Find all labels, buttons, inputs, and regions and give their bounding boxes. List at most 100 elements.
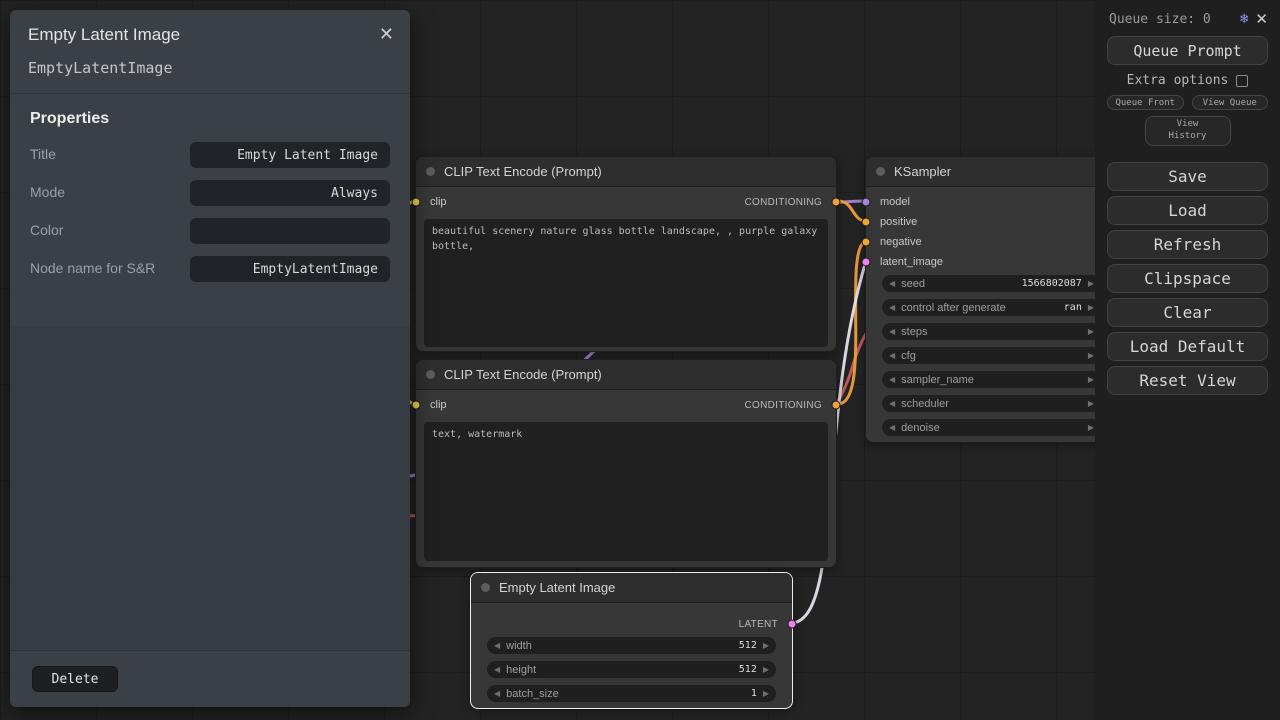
title-field-label: Title — [30, 145, 180, 165]
node-title: CLIP Text Encode (Prompt) — [444, 367, 602, 382]
widget-value: 1566802087 — [1022, 278, 1082, 289]
widget-label: batch_size — [506, 688, 559, 700]
node-status-dot — [426, 370, 435, 379]
reset-view-button[interactable]: Reset View — [1107, 366, 1268, 395]
increment-arrow-icon[interactable]: ▶ — [763, 689, 769, 698]
widget-value: 512 — [739, 664, 757, 675]
increment-arrow-icon[interactable]: ▶ — [1088, 303, 1094, 312]
increment-arrow-icon[interactable]: ▶ — [1088, 327, 1094, 336]
decrement-arrow-icon[interactable]: ◀ — [494, 665, 500, 674]
increment-arrow-icon[interactable]: ▶ — [1088, 399, 1094, 408]
node-name-field-label: Node name for S&R — [30, 259, 180, 279]
negative-prompt-textarea[interactable]: text, watermark — [424, 422, 828, 561]
node-header[interactable]: CLIP Text Encode (Prompt) — [416, 157, 836, 187]
latent-image-input-port[interactable] — [862, 258, 871, 267]
positive-input-port[interactable] — [862, 218, 871, 227]
widget-sampler-name[interactable]: ◀ sampler_name ▶ — [882, 371, 1101, 388]
widget-label: seed — [901, 278, 925, 290]
node-type-subtitle: EmptyLatentImage — [10, 51, 410, 94]
node-title: CLIP Text Encode (Prompt) — [444, 164, 602, 179]
latent-image-input-label: latent_image — [880, 256, 943, 268]
save-button[interactable]: Save — [1107, 162, 1268, 191]
view-history-line1: View — [1177, 119, 1199, 129]
conditioning-output-port[interactable] — [832, 401, 841, 410]
widget-steps[interactable]: ◀ steps ▶ — [882, 323, 1101, 340]
negative-input-port[interactable] — [862, 238, 871, 247]
model-input-port[interactable] — [862, 198, 871, 207]
node-header[interactable]: CLIP Text Encode (Prompt) — [416, 360, 836, 390]
widget-value: 1 — [751, 688, 757, 699]
decrement-arrow-icon[interactable]: ◀ — [889, 375, 895, 384]
conditioning-output-label: CONDITIONING — [745, 400, 823, 411]
clear-button[interactable]: Clear — [1107, 298, 1268, 327]
node-title: KSampler — [894, 164, 951, 179]
queue-front-button[interactable]: Queue Front — [1107, 95, 1184, 110]
extra-options-label: Extra options — [1127, 73, 1229, 88]
widget-value: ran — [1064, 302, 1082, 313]
load-button[interactable]: Load — [1107, 196, 1268, 225]
node-empty-latent-image[interactable]: Empty Latent Image LATENT ◀ width 512 ▶ … — [470, 572, 793, 709]
node-header[interactable]: KSampler — [866, 157, 1107, 187]
mode-field-label: Mode — [30, 183, 180, 203]
mode-field[interactable] — [190, 180, 390, 206]
widget-denoise[interactable]: ◀ denoise ▶ — [882, 419, 1101, 436]
model-input-label: model — [880, 196, 910, 208]
node-status-dot — [876, 167, 885, 176]
node-name-field[interactable] — [190, 256, 390, 282]
increment-arrow-icon[interactable]: ▶ — [1088, 375, 1094, 384]
increment-arrow-icon[interactable]: ▶ — [763, 641, 769, 650]
close-icon[interactable]: ✕ — [1255, 10, 1268, 28]
latent-output-label: LATENT — [739, 619, 778, 630]
view-queue-button[interactable]: View Queue — [1192, 95, 1269, 110]
node-header[interactable]: Empty Latent Image — [471, 573, 792, 603]
widget-label: denoise — [901, 422, 940, 434]
widget-width[interactable]: ◀ width 512 ▶ — [487, 637, 776, 654]
decrement-arrow-icon[interactable]: ◀ — [889, 351, 895, 360]
clip-input-port[interactable] — [412, 401, 421, 410]
increment-arrow-icon[interactable]: ▶ — [1088, 351, 1094, 360]
decrement-arrow-icon[interactable]: ◀ — [889, 303, 895, 312]
close-icon[interactable]: ✕ — [379, 24, 394, 45]
clip-input-label: clip — [430, 399, 447, 411]
clip-input-label: clip — [430, 196, 447, 208]
node-clip-text-encode-negative[interactable]: CLIP Text Encode (Prompt) clip CONDITION… — [415, 359, 837, 568]
delete-button[interactable]: Delete — [32, 666, 118, 692]
snowflake-icon[interactable]: ❄ — [1240, 11, 1248, 27]
widget-label: cfg — [901, 350, 916, 362]
decrement-arrow-icon[interactable]: ◀ — [889, 279, 895, 288]
load-default-button[interactable]: Load Default — [1107, 332, 1268, 361]
positive-prompt-textarea[interactable]: beautiful scenery nature glass bottle la… — [424, 219, 828, 347]
decrement-arrow-icon[interactable]: ◀ — [889, 423, 895, 432]
decrement-arrow-icon[interactable]: ◀ — [889, 399, 895, 408]
widget-height[interactable]: ◀ height 512 ▶ — [487, 661, 776, 678]
clipspace-button[interactable]: Clipspace — [1107, 264, 1268, 293]
widget-batch-size[interactable]: ◀ batch_size 1 ▶ — [487, 685, 776, 702]
title-field[interactable] — [190, 142, 390, 168]
decrement-arrow-icon[interactable]: ◀ — [494, 641, 500, 650]
widget-value: 512 — [739, 640, 757, 651]
widget-cfg[interactable]: ◀ cfg ▶ — [882, 347, 1101, 364]
widget-control-after-generate[interactable]: ◀ control after generate ran ▶ — [882, 299, 1101, 316]
increment-arrow-icon[interactable]: ▶ — [1088, 279, 1094, 288]
refresh-button[interactable]: Refresh — [1107, 230, 1268, 259]
decrement-arrow-icon[interactable]: ◀ — [494, 689, 500, 698]
view-history-line2: History — [1169, 131, 1207, 141]
node-properties-panel: Empty Latent Image ✕ EmptyLatentImage Pr… — [10, 10, 410, 707]
widget-seed[interactable]: ◀ seed 1566802087 ▶ — [882, 275, 1101, 292]
view-history-button[interactable]: View History — [1145, 116, 1231, 146]
negative-input-label: negative — [880, 236, 922, 248]
node-clip-text-encode-positive[interactable]: CLIP Text Encode (Prompt) clip CONDITION… — [415, 156, 837, 352]
increment-arrow-icon[interactable]: ▶ — [763, 665, 769, 674]
node-ksampler[interactable]: KSampler model positive negative latent_… — [865, 156, 1108, 443]
clip-input-port[interactable] — [412, 198, 421, 207]
decrement-arrow-icon[interactable]: ◀ — [889, 327, 895, 336]
node-title: Empty Latent Image — [499, 580, 615, 595]
increment-arrow-icon[interactable]: ▶ — [1088, 423, 1094, 432]
color-field[interactable] — [190, 218, 390, 244]
widget-scheduler[interactable]: ◀ scheduler ▶ — [882, 395, 1101, 412]
queue-prompt-button[interactable]: Queue Prompt — [1107, 36, 1268, 65]
extra-options-checkbox[interactable] — [1236, 75, 1248, 87]
latent-output-port[interactable] — [788, 620, 797, 629]
conditioning-output-port[interactable] — [832, 198, 841, 207]
conditioning-output-label: CONDITIONING — [745, 197, 823, 208]
